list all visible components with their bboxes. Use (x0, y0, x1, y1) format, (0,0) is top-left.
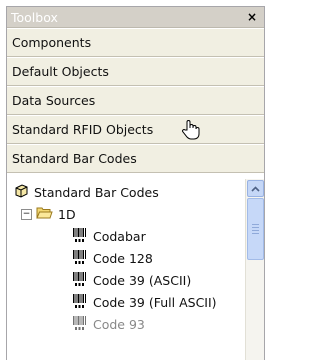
category-box-icon (13, 183, 29, 202)
section-data-sources[interactable]: Data Sources (7, 86, 264, 115)
tree-group-label: 1D (58, 206, 76, 222)
section-components[interactable]: Components (7, 28, 264, 57)
bar-code-tree: Standard Bar Codes − 1D Codabar Code 128… (7, 179, 264, 360)
folder-open-icon (36, 206, 53, 223)
section-label: Data Sources (12, 93, 96, 108)
toolbox-titlebar: Toolbox × (7, 7, 264, 28)
tree-item[interactable]: Code 93 (71, 313, 145, 335)
barcode-icon (71, 315, 88, 334)
chevron-up-icon (251, 185, 260, 192)
section-label: Default Objects (12, 64, 109, 79)
tree-item-label: Code 128 (93, 250, 153, 266)
tree-item[interactable]: Code 128 (71, 247, 153, 269)
section-label: Standard RFID Objects (12, 122, 154, 137)
section-default-objects[interactable]: Default Objects (7, 57, 264, 86)
tree-item-label: Code 93 (93, 316, 145, 332)
barcode-icon (71, 293, 88, 312)
barcode-icon (71, 227, 88, 246)
tree-group-1d[interactable]: − 1D (21, 203, 76, 225)
section-label: Components (12, 35, 92, 50)
toolbox-title: Toolbox (11, 9, 58, 25)
tree-item[interactable]: Code 39 (ASCII) (71, 269, 191, 291)
tree-item-label: Code 39 (ASCII) (93, 272, 192, 288)
scroll-thumb[interactable] (247, 198, 264, 260)
section-label: Standard Bar Codes (12, 151, 137, 166)
tree-item-label: Code 39 (Full ASCII) (93, 294, 217, 310)
tree-root[interactable]: Standard Bar Codes (13, 181, 159, 203)
barcode-icon (71, 249, 88, 268)
vertical-scrollbar[interactable] (245, 179, 264, 360)
tree-root-label: Standard Bar Codes (34, 184, 159, 200)
collapse-icon[interactable]: − (21, 208, 32, 220)
section-standard-bar-codes[interactable]: Standard Bar Codes (7, 144, 264, 173)
tree-item[interactable]: Codabar (71, 225, 146, 247)
barcode-icon (71, 271, 88, 290)
scroll-up-button[interactable] (247, 180, 264, 197)
tree-item[interactable]: Code 39 (Full ASCII) (71, 291, 217, 313)
toolbox-panel: Toolbox × Components Default Objects Dat… (6, 6, 265, 360)
section-standard-rfid-objects[interactable]: Standard RFID Objects (7, 115, 264, 144)
tree-item-label: Codabar (93, 228, 146, 244)
close-icon[interactable]: × (244, 10, 260, 24)
hand-cursor-icon (181, 119, 201, 144)
